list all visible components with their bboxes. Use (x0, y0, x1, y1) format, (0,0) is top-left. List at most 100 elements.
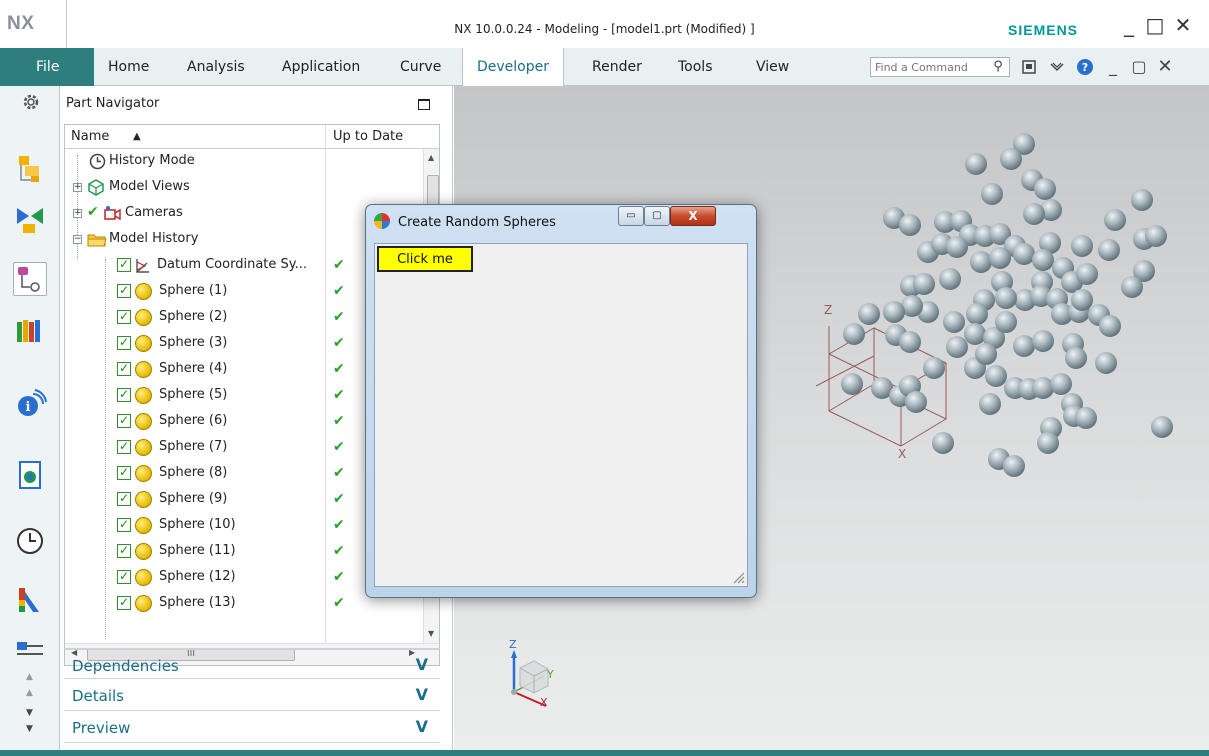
visibility-checkbox[interactable]: ✓ (117, 596, 131, 610)
part-navigator-icon[interactable] (13, 262, 47, 296)
scroll-up-arrow-icon[interactable]: ▲ (428, 153, 434, 162)
tree-row-label: Model History (109, 231, 199, 246)
scroll-down-icon[interactable]: ▼ (26, 708, 33, 718)
chevron-down-icon[interactable]: V (416, 717, 428, 736)
checkmark-icon: ✔ (87, 204, 99, 220)
sort-ascending-icon[interactable]: ▲ (133, 131, 141, 142)
create-random-spheres-dialog: Create Random Spheres ▭ ▢ X Click me (365, 204, 757, 598)
tab-developer[interactable]: Developer (462, 48, 565, 86)
datum-z-label: Z (824, 303, 832, 317)
maximize-button[interactable]: □ (1144, 14, 1166, 36)
tab-curve[interactable]: Curve (400, 48, 441, 86)
system-materials-icon[interactable] (13, 582, 47, 616)
chevron-down-icon[interactable]: V (416, 685, 428, 704)
tree-row-label: Sphere (6) (159, 413, 228, 428)
visibility-checkbox[interactable]: ✓ (117, 258, 131, 272)
visibility-checkbox[interactable]: ✓ (117, 492, 131, 506)
scroll-up-icon[interactable]: ▲ (26, 672, 33, 682)
tab-view[interactable]: View (756, 48, 789, 86)
tree-row-label: Sphere (8) (159, 465, 228, 480)
scroll-end-icon[interactable]: ▼ (26, 724, 33, 734)
file-tab[interactable]: File (0, 48, 94, 86)
visibility-checkbox[interactable]: ✓ (117, 544, 131, 558)
visibility-checkbox[interactable]: ✓ (117, 336, 131, 350)
visibility-checkbox[interactable]: ✓ (117, 310, 131, 324)
minimize-button[interactable]: _ (1118, 14, 1140, 36)
tab-home[interactable]: Home (108, 48, 149, 86)
tab-analysis[interactable]: Analysis (187, 48, 245, 86)
sphere-icon (135, 465, 152, 482)
resource-bar: i ▲ ▲ ▼ ▼ (0, 86, 60, 756)
column-up-to-date[interactable]: Up to Date (333, 129, 403, 144)
title-bar: NX NX 10.0.0.24 - Modeling - [model1.prt… (0, 0, 1209, 48)
visibility-checkbox[interactable]: ✓ (117, 284, 131, 298)
dialog-minimize-button[interactable]: ▭ (618, 206, 644, 226)
minimize-icon[interactable]: _ (1102, 56, 1124, 78)
tab-application[interactable]: Application (282, 48, 360, 86)
tree-row-label: Sphere (12) (159, 569, 236, 584)
click-me-button[interactable]: Click me (377, 246, 473, 272)
expand-icon[interactable]: + (73, 209, 82, 218)
up-to-date-checkmark: ✔ (333, 361, 345, 377)
gear-icon[interactable] (21, 92, 41, 112)
tab-tools[interactable]: Tools (678, 48, 713, 86)
visibility-checkbox[interactable]: ✓ (117, 362, 131, 376)
tree-row-history-mode[interactable]: History Mode (65, 149, 425, 175)
visibility-checkbox[interactable]: ✓ (117, 414, 131, 428)
up-to-date-checkmark: ✔ (333, 465, 345, 481)
expand-icon[interactable]: + (73, 183, 82, 192)
maximize-panel-icon[interactable] (418, 99, 430, 110)
tree-row-label: Sphere (4) (159, 361, 228, 376)
dialog-close-button[interactable]: X (670, 206, 716, 226)
chevron-down-icon[interactable]: V (416, 655, 428, 674)
visibility-checkbox[interactable]: ✓ (117, 518, 131, 532)
svg-text:i: i (26, 400, 31, 415)
constraint-navigator-icon[interactable] (13, 202, 47, 236)
sphere-icon (135, 283, 152, 300)
visibility-checkbox[interactable]: ✓ (117, 440, 131, 454)
tree-row-label: Sphere (3) (159, 335, 228, 350)
process-studio-icon[interactable] (13, 458, 47, 492)
up-to-date-checkmark: ✔ (333, 387, 345, 403)
tree-row-model-views[interactable]: + Model Views (65, 175, 425, 201)
datum-csys-icon (136, 259, 149, 273)
scroll-down-arrow-icon[interactable]: ▼ (428, 629, 434, 638)
close-button[interactable]: ✕ (1172, 14, 1194, 36)
tree-header: Name ▲ Up to Date (65, 125, 439, 149)
scroll-up-small-icon[interactable]: ▲ (26, 688, 33, 698)
history-icon[interactable] (13, 524, 47, 558)
restore-icon[interactable]: ▢ (1128, 56, 1150, 78)
window-icon[interactable] (1018, 56, 1040, 78)
folder-icon (87, 234, 107, 247)
visibility-checkbox[interactable]: ✓ (117, 570, 131, 584)
up-to-date-checkmark: ✔ (333, 439, 345, 455)
column-name[interactable]: Name (71, 129, 109, 144)
panel-dependencies[interactable]: Dependencies V (64, 648, 440, 679)
status-bar (0, 750, 1209, 756)
resize-grip-icon[interactable] (731, 570, 745, 584)
datum-x-label: X (898, 447, 906, 461)
chevron-icon[interactable] (1046, 56, 1068, 78)
close-icon[interactable]: ✕ (1154, 56, 1176, 78)
tree-row-label: Datum Coordinate Sy... (157, 257, 307, 272)
visibility-checkbox[interactable]: ✓ (117, 466, 131, 480)
assembly-navigator-icon[interactable] (13, 152, 47, 186)
reuse-library-icon[interactable] (13, 314, 47, 348)
up-to-date-checkmark: ✔ (333, 517, 345, 533)
tab-render[interactable]: Render (592, 48, 642, 86)
sphere-icon (135, 491, 152, 508)
tree-row-label: Sphere (1) (159, 283, 228, 298)
help-icon[interactable]: ? (1074, 56, 1096, 78)
panel-label: Details (72, 687, 125, 705)
dialog-maximize-button[interactable]: ▢ (644, 206, 670, 226)
panel-details[interactable]: Details V (64, 680, 440, 711)
camera-icon (104, 206, 121, 221)
collapse-icon[interactable]: − (73, 235, 82, 244)
visibility-checkbox[interactable]: ✓ (117, 388, 131, 402)
panel-preview[interactable]: Preview V (64, 712, 440, 743)
up-to-date-checkmark: ✔ (333, 569, 345, 585)
roles-icon[interactable] (13, 638, 47, 666)
sphere-icon (135, 361, 152, 378)
web-browser-icon[interactable]: i (13, 386, 47, 420)
search-icon[interactable]: ⚲ (987, 56, 1009, 78)
